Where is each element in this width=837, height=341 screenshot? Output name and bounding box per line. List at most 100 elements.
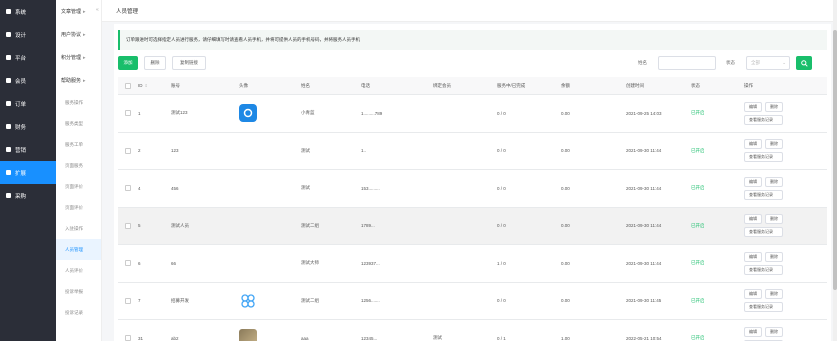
view-records-button[interactable]: 查看服务记录 <box>744 152 783 163</box>
row-checkbox[interactable] <box>125 222 131 229</box>
cell-name: 测试 <box>301 185 310 191</box>
submenu-item[interactable]: 人员管理 <box>56 239 101 260</box>
nav-item[interactable]: 设计 <box>0 23 56 46</box>
row-checkbox[interactable] <box>125 185 131 192</box>
view-records-button[interactable]: 查看服务记录 <box>744 302 783 313</box>
cell-bind <box>433 95 497 132</box>
nav-item-label: 系统 <box>15 9 27 16</box>
row-checkbox[interactable] <box>125 110 131 117</box>
nav-item[interactable]: 平台 <box>0 46 56 69</box>
submenu-item[interactable]: 页面评价 <box>56 176 101 197</box>
scrollbar-thumb[interactable] <box>833 30 837 290</box>
scrollbar[interactable] <box>833 0 837 341</box>
cell-id: 31 <box>138 335 144 341</box>
header-created: 创建时间 <box>626 82 644 88</box>
edit-button[interactable]: 编辑 <box>744 289 762 300</box>
submenu-group-label: 积分管理 <box>61 55 82 61</box>
table-row[interactable]: 31 ab2 aaa 12345... 测试 0 / 1 1.00 2022-05-21 10… <box>118 320 827 341</box>
nav-item[interactable]: 会员 <box>0 69 56 92</box>
select-all-checkbox[interactable] <box>125 82 131 89</box>
toolbar: 添加 删除 复制链接 姓名 状态 全部 ⌄ <box>118 56 827 70</box>
row-checkbox[interactable] <box>125 147 131 154</box>
submenu-item[interactable]: 入驻操作 <box>56 218 101 239</box>
cell-phone: 1256....... <box>361 298 380 304</box>
submenu-item[interactable]: 投诉举报 <box>56 281 101 302</box>
cell-bind: 测试 <box>433 335 442 341</box>
table-row[interactable]: 7 招募开发 测试二组 1256....... 0 / 0 0.00 2021-09-30 … <box>118 282 827 320</box>
delete-row-button[interactable]: 删除 <box>765 139 783 150</box>
submenu-item[interactable]: 服务工单 <box>56 134 101 155</box>
cell-phone: 153......... <box>361 185 380 191</box>
cell-service: 0 / 0 <box>497 148 506 154</box>
name-filter-input[interactable] <box>658 56 716 70</box>
edit-button[interactable]: 编辑 <box>744 326 762 337</box>
row-checkbox[interactable] <box>125 297 131 304</box>
submenu-item[interactable]: 投诉记录 <box>56 302 101 323</box>
row-checkbox[interactable] <box>125 260 131 267</box>
nav-item[interactable]: 财务 <box>0 115 56 138</box>
status-badge: 已开启 <box>691 185 705 191</box>
cell-balance: 0.00 <box>561 298 570 304</box>
delete-row-button[interactable]: 删除 <box>765 101 783 112</box>
user-icon <box>6 78 11 83</box>
cell-created: 2021-09-25 14:03 <box>626 110 662 116</box>
cell-service: 0 / 0 <box>497 110 506 116</box>
submenu-item[interactable]: 页面服务 <box>56 155 101 176</box>
view-records-button[interactable]: 查看服务记录 <box>744 264 783 275</box>
cell-bind <box>433 208 497 245</box>
submenu-item[interactable]: 服务类型 <box>56 113 101 134</box>
app-root: 系统 设计 平台 会员 订单 财务 营销 扩展 采购 文章管理 ▸ 用户协议 ▸ 积分管理 ▸ 帮助服务 ▸ 服… <box>0 0 837 341</box>
nav-item[interactable]: 扩展 <box>0 161 56 184</box>
submenu-item[interactable]: 页面评价 <box>56 197 101 218</box>
nav-item-label: 会员 <box>15 78 27 85</box>
delete-button[interactable]: 删除 <box>144 56 166 70</box>
table-row[interactable]: 5 测试人员 测试二组 1789... 0 / 0 0.00 2021-09-30 11:4… <box>118 207 827 245</box>
cell-account: 66 <box>171 260 177 266</box>
view-records-button[interactable]: 查看服务记录 <box>744 114 783 125</box>
notice-banner: 订单跟进时可选择指定人员进行服务，请仔细填写时请查看人员手机，并将可提供人员的手… <box>118 30 827 50</box>
nav-item[interactable]: 订单 <box>0 92 56 115</box>
cell-created: 2021-09-30 11:44 <box>626 260 662 266</box>
submenu-group[interactable]: 用户协议 ▸ <box>56 23 101 46</box>
header-ops: 操作 <box>744 82 753 88</box>
submenu-item[interactable]: 人员评价 <box>56 260 101 281</box>
table-row[interactable]: 4 456 测试 153......... 0 / 0 0.00 2021-09-30 11… <box>118 170 827 208</box>
delete-row-button[interactable]: 删除 <box>765 251 783 262</box>
submenu-item[interactable]: 服务操作 <box>56 92 101 113</box>
edit-button[interactable]: 编辑 <box>744 251 762 262</box>
copy-link-button[interactable]: 复制链接 <box>172 56 206 70</box>
edit-button[interactable]: 编辑 <box>744 101 762 112</box>
table-row[interactable]: 2 123 测试 1.. 0 / 0 0.00 2021-09-30 11:44 已开启 编辑删… <box>118 132 827 170</box>
cell-id: 7 <box>138 298 141 304</box>
collapse-icon[interactable]: « <box>96 7 99 13</box>
delete-row-button[interactable]: 删除 <box>765 176 783 187</box>
view-records-button[interactable]: 查看服务记录 <box>744 227 783 238</box>
row-checkbox[interactable] <box>125 335 131 341</box>
edit-button[interactable]: 编辑 <box>744 139 762 150</box>
nav-item[interactable]: 采购 <box>0 184 56 207</box>
cell-phone: 1789... <box>361 223 375 229</box>
cell-id: 6 <box>138 260 141 266</box>
edit-button[interactable]: 编辑 <box>744 214 762 225</box>
table-row[interactable]: 6 66 测试大师 123937... 1 / 0 0.00 2021-09-30 11:4… <box>118 245 827 283</box>
edit-button[interactable]: 编辑 <box>744 176 762 187</box>
submenu-group[interactable]: 积分管理 ▸ <box>56 46 101 69</box>
table-row[interactable]: 1 测试123 小青蓝 1.........789 0 / 0 0.00 2021-09-2… <box>118 95 827 133</box>
submenu-group[interactable]: 帮助服务 ▸ <box>56 69 101 92</box>
status-badge: 已开启 <box>691 147 705 153</box>
submenu-group[interactable]: 文章管理 ▸ <box>56 0 101 23</box>
delete-row-button[interactable]: 删除 <box>765 326 783 337</box>
status-badge: 已开启 <box>691 222 705 228</box>
status-select[interactable]: 全部 ⌄ <box>746 56 790 70</box>
sort-icon[interactable]: ⇕ <box>145 83 148 88</box>
cell-account: 测试人员 <box>171 222 189 228</box>
header-account: 账号 <box>171 82 180 88</box>
nav-item[interactable]: 系统 <box>0 0 56 23</box>
delete-row-button[interactable]: 删除 <box>765 289 783 300</box>
view-records-button[interactable]: 查看服务记录 <box>744 189 783 200</box>
submenu-group-label: 用户协议 <box>61 32 82 38</box>
delete-row-button[interactable]: 删除 <box>765 214 783 225</box>
add-button[interactable]: 添加 <box>118 56 138 70</box>
search-button[interactable] <box>796 56 812 70</box>
nav-item[interactable]: 营销 <box>0 138 56 161</box>
